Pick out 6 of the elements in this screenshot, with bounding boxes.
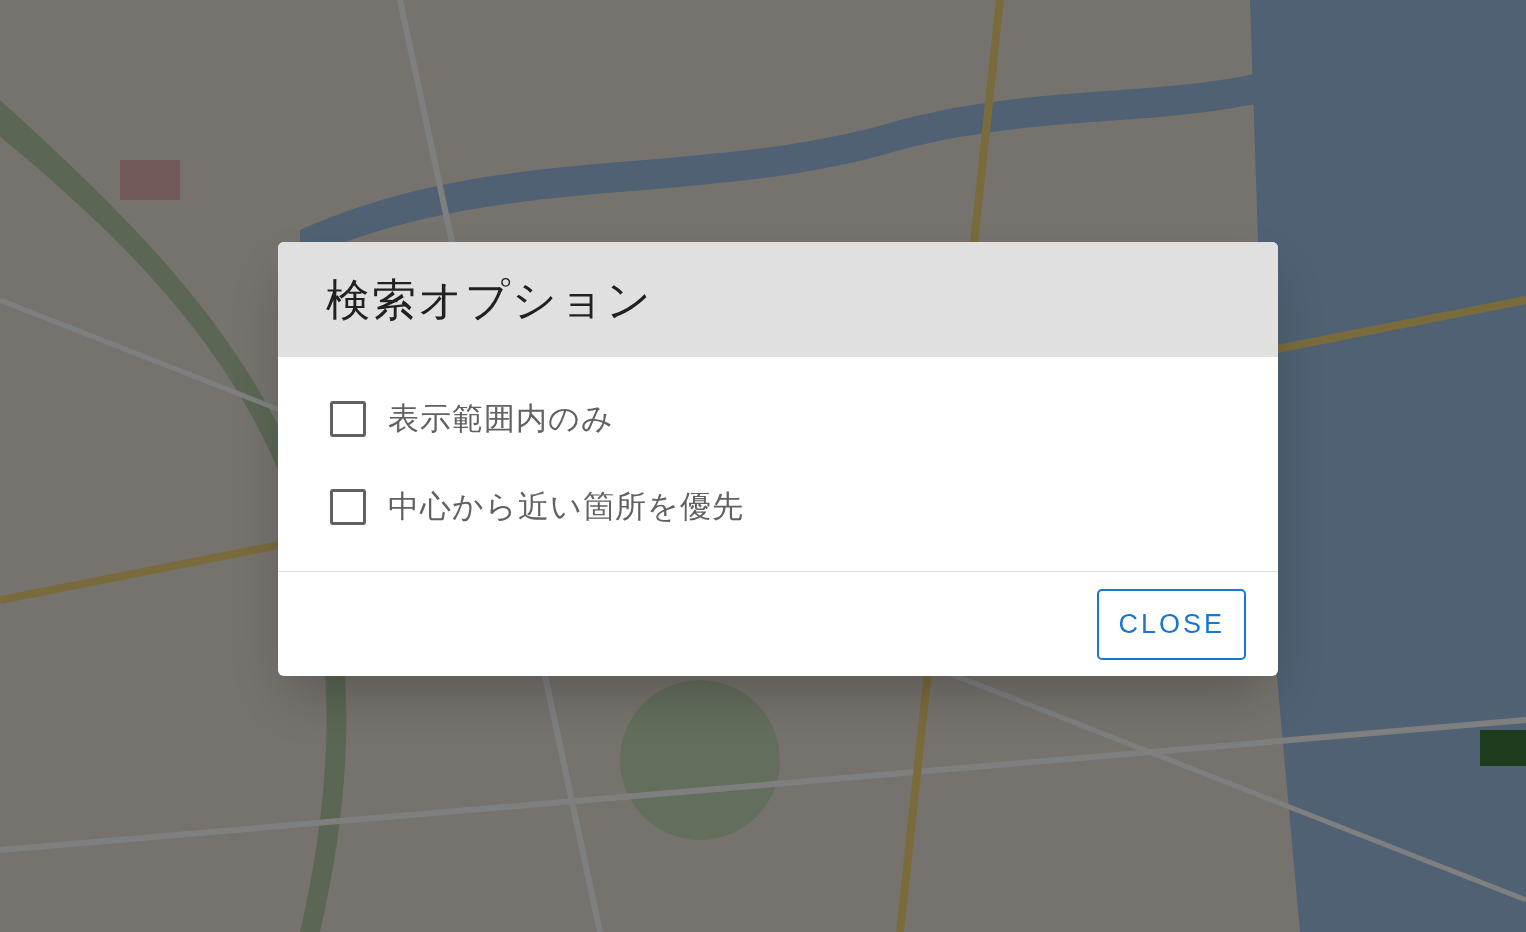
checkbox-option[interactable]: 表示範囲内のみ xyxy=(278,375,630,463)
checkbox[interactable] xyxy=(330,401,366,437)
checkbox-option[interactable]: 中心から近い箇所を優先 xyxy=(278,463,760,551)
close-button[interactable]: CLOSE xyxy=(1097,589,1246,660)
checkbox[interactable] xyxy=(330,489,366,525)
dialog-title: 検索オプション xyxy=(326,273,653,326)
